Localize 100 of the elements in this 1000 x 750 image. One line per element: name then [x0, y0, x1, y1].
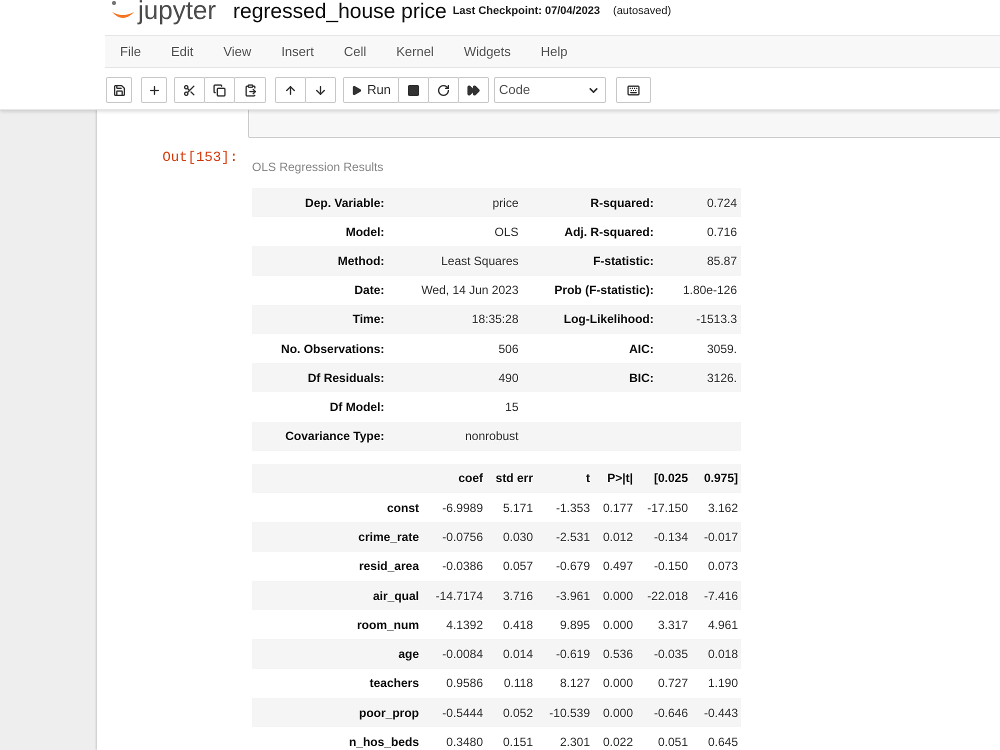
- table-cell: -0.0386: [422, 552, 486, 581]
- table-cell: 0.014: [486, 639, 536, 669]
- restart-button[interactable]: [428, 77, 459, 103]
- table-cell: 0.012: [593, 522, 636, 552]
- table-cell-text: 0.051: [656, 734, 689, 750]
- stat-value: Wed, 14 Jun 2023: [388, 276, 522, 305]
- table-cell: 0.177: [593, 492, 636, 522]
- table-cell: -0.0084: [422, 639, 486, 669]
- menu-item[interactable]: Help: [526, 36, 583, 67]
- stat-value: nonrobust: [388, 422, 522, 451]
- table-cell: 0.000: [593, 610, 636, 640]
- variable-name: room_num: [252, 610, 422, 640]
- checkpoint-status: Last Checkpoint: 07/04/2023: [452, 4, 600, 19]
- table-cell: -0.150: [636, 552, 691, 581]
- table-cell: 9.895: [536, 610, 593, 640]
- table-cell: 0.000: [593, 580, 636, 610]
- table-cell: -0.017: [691, 522, 741, 552]
- table-cell: 0.536: [593, 639, 636, 669]
- column-header: std err: [486, 464, 536, 493]
- column-header: [0.025: [636, 464, 691, 493]
- table-cell: -3.961: [536, 580, 593, 610]
- stat-label: Method:: [252, 246, 388, 276]
- stat-value: Least Squares: [388, 246, 522, 276]
- stat-value: -1513.3: [658, 304, 741, 334]
- stop-icon: [407, 84, 420, 96]
- cell-type-select[interactable]: Code: [494, 77, 606, 103]
- table-caption: OLS Regression Results: [252, 159, 384, 175]
- save-icon: [112, 84, 126, 96]
- variable-name: resid_area: [252, 552, 422, 581]
- add-cell-button[interactable]: [141, 77, 167, 103]
- play-icon: [351, 84, 362, 96]
- column-header: t: [536, 464, 593, 493]
- arrow-down-icon: [314, 84, 327, 96]
- column-header: 0.975]: [691, 464, 741, 493]
- menu-item[interactable]: Insert: [266, 36, 329, 67]
- variable-name: teachers: [252, 668, 422, 698]
- variable-name: air_qual: [252, 580, 422, 610]
- variable-name: crime_rate: [252, 522, 422, 552]
- table-cell: -0.443: [691, 698, 741, 728]
- code-cell-input[interactable]: [248, 110, 1000, 138]
- table-cell: 8.127: [536, 668, 593, 698]
- variable-name: const: [252, 492, 422, 522]
- table-cell: -0.134: [636, 522, 691, 552]
- stat-label: R-squared:: [522, 188, 658, 218]
- rotate-icon: [437, 84, 450, 96]
- stat-value: 15: [504, 398, 520, 416]
- stat-label: Time:: [252, 304, 388, 334]
- stat-label: Prob (F-statistic):: [522, 276, 658, 305]
- cut-button[interactable]: [174, 77, 205, 103]
- table-cell: 0.9586: [422, 668, 486, 698]
- clipboard-icon: [244, 84, 256, 96]
- table-cell: -0.679: [536, 552, 593, 581]
- stat-value: 3059.: [658, 334, 741, 364]
- run-button[interactable]: Run: [343, 77, 399, 103]
- table-cell: -7.416: [691, 580, 741, 610]
- table-cell-text: 2.301: [558, 734, 591, 750]
- stat-label: AIC:: [522, 334, 658, 364]
- stop-button[interactable]: [398, 77, 429, 103]
- move-up-button[interactable]: [275, 77, 306, 103]
- plus-icon: [148, 84, 160, 96]
- move-down-button[interactable]: [305, 77, 336, 103]
- variable-name: n_hos_beds: [348, 734, 420, 750]
- table-cell: 4.1392: [422, 610, 486, 640]
- table-cell: 0.018: [691, 639, 741, 669]
- table-cell: -2.531: [536, 522, 593, 552]
- table-cell: 3.716: [486, 580, 536, 610]
- menu-item[interactable]: Cell: [328, 36, 382, 67]
- stat-label: Covariance Type:: [252, 422, 388, 451]
- table-cell: -10.539: [536, 698, 593, 728]
- run-all-button[interactable]: [458, 77, 489, 103]
- stat-label: Df Residuals:: [252, 363, 388, 392]
- table-cell: 0.000: [593, 668, 636, 698]
- stat-value: 0.724: [658, 188, 741, 218]
- table-cell: 0.052: [486, 698, 536, 728]
- output-prompt: Out[153]:: [162, 150, 238, 166]
- table-cell: 4.961: [691, 610, 741, 640]
- table-cell: -22.018: [636, 580, 691, 610]
- logo-wordmark: jupyter: [138, 0, 216, 22]
- menu-item[interactable]: Kernel: [381, 36, 449, 67]
- copy-button[interactable]: [204, 77, 235, 103]
- table-cell: -6.9989: [422, 492, 486, 522]
- stat-value: 1.80e-126: [658, 276, 741, 305]
- table-cell: -14.7174: [422, 580, 486, 610]
- paste-button[interactable]: [234, 77, 266, 103]
- menu-item[interactable]: Edit: [156, 36, 208, 67]
- scissors-icon: [183, 84, 196, 96]
- table-cell: 0.497: [593, 552, 636, 581]
- notebook-name[interactable]: regressed_house price: [233, 0, 447, 24]
- stat-label: Adj. R-squared:: [522, 217, 658, 246]
- stat-value: 0.716: [658, 217, 741, 246]
- menu-item[interactable]: Widgets: [448, 36, 526, 67]
- stat-value: 3126.: [658, 363, 741, 392]
- table-cell: 0.030: [486, 522, 536, 552]
- table-cell: 1.190: [691, 668, 741, 698]
- save-button[interactable]: [106, 77, 132, 103]
- menu-item[interactable]: View: [208, 36, 266, 67]
- menu-item[interactable]: File: [105, 36, 156, 67]
- table-cell: 3.162: [691, 492, 741, 522]
- stat-label: Model:: [252, 217, 388, 246]
- keyboard-button[interactable]: [616, 77, 651, 103]
